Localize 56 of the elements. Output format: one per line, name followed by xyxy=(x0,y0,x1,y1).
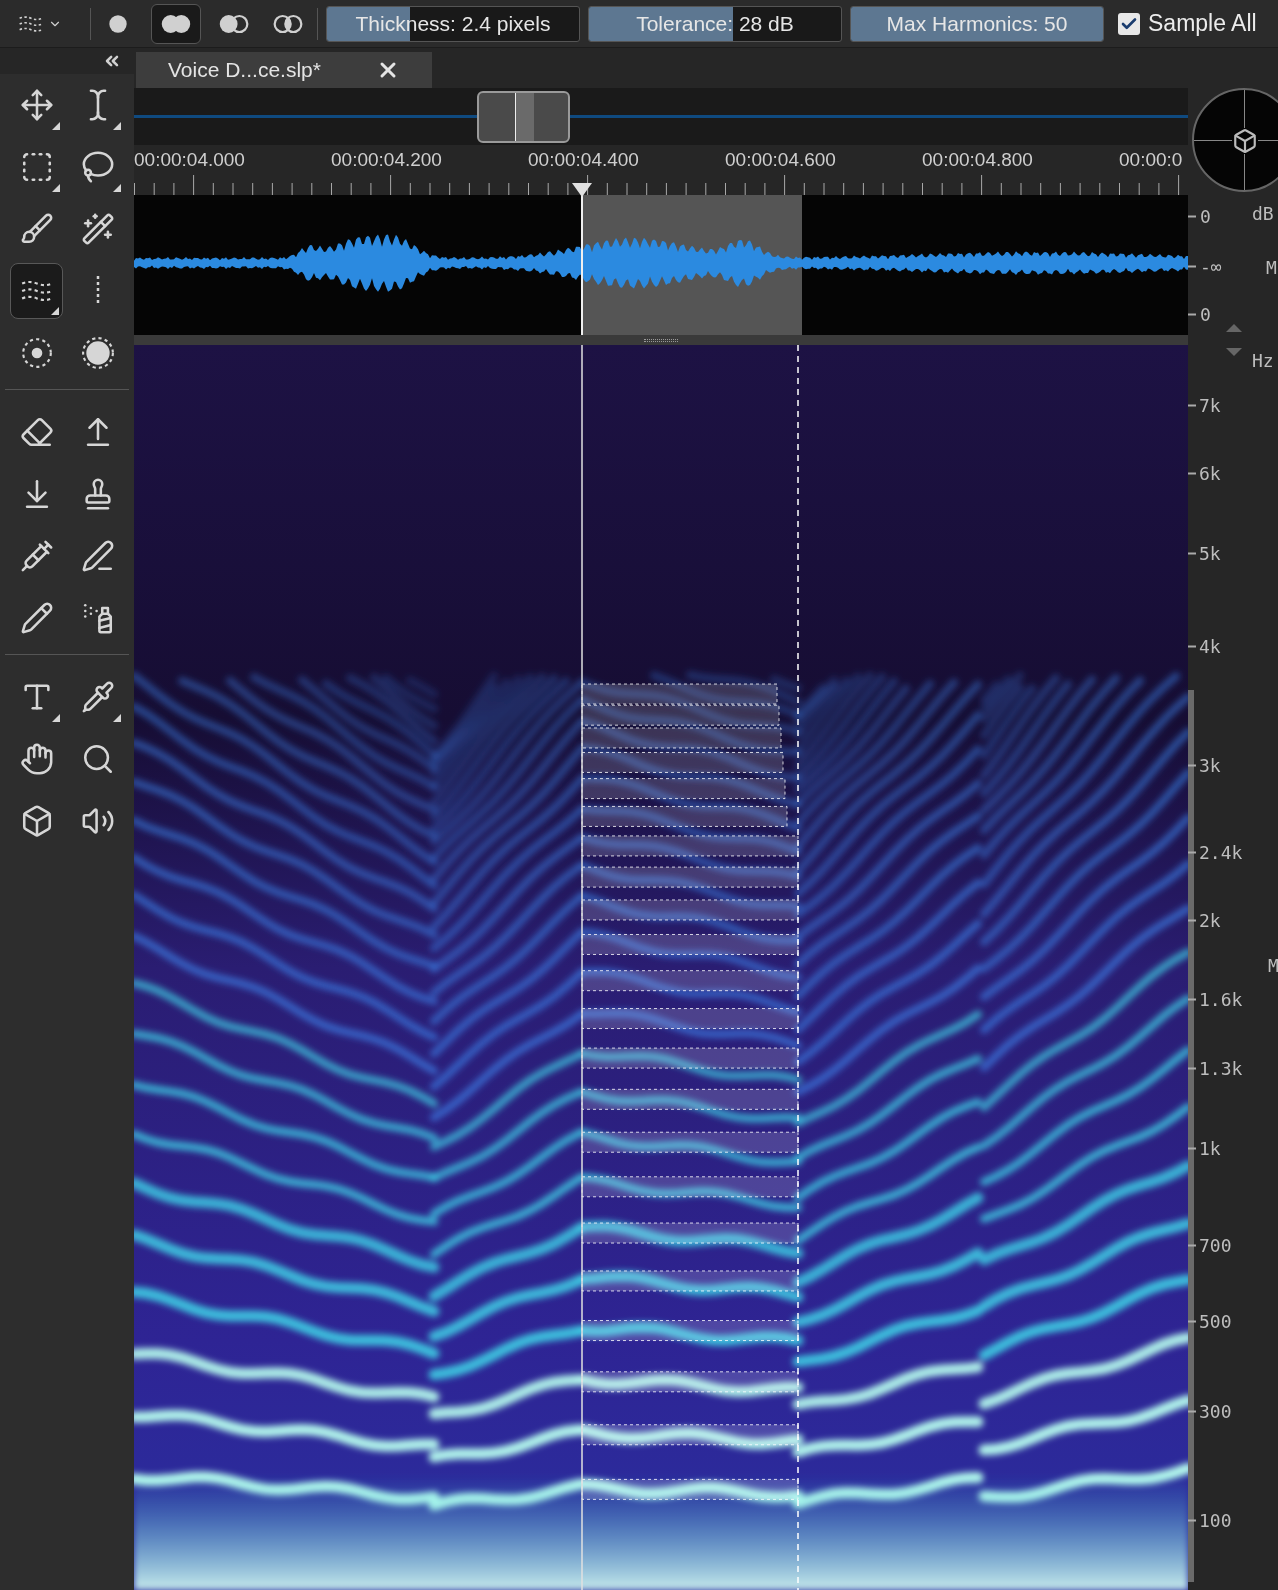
scrollbar-thumb[interactable] xyxy=(1188,690,1194,1582)
scale-label: 0 xyxy=(1200,302,1211,327)
brush-icon xyxy=(19,212,54,246)
frequency-label: 2.4k xyxy=(1199,840,1243,865)
dashed-circle-dot-icon xyxy=(19,336,54,370)
scale-down-icon[interactable] xyxy=(1226,348,1242,356)
unit-label: Hz xyxy=(1252,349,1274,373)
magic-wand-icon xyxy=(80,212,115,246)
hand-icon xyxy=(19,742,54,776)
frequency-label: 6k xyxy=(1199,461,1221,486)
scale-label: 0 xyxy=(1200,204,1211,229)
checkbox-label: Sample All xyxy=(1148,9,1257,39)
tool-button[interactable] xyxy=(10,263,63,319)
frequency-label: 2k xyxy=(1199,908,1221,933)
frequency-label: 300 xyxy=(1199,1399,1232,1424)
scale-up-icon[interactable] xyxy=(1226,324,1242,332)
frequency-label: 4k xyxy=(1199,634,1221,659)
lasso-icon xyxy=(80,150,115,184)
harmonic-selection[interactable] xyxy=(581,683,799,1500)
eyedropper-icon xyxy=(80,680,115,714)
time-label: 00:00:04.600 xyxy=(725,147,837,172)
time-label: 00:00:04.400 xyxy=(528,147,640,172)
pen-icon xyxy=(80,539,115,573)
selection-mode-button[interactable] xyxy=(151,3,201,44)
playhead-marker[interactable] xyxy=(572,183,592,197)
frequency-label: 500 xyxy=(1199,1309,1232,1334)
slider-field[interactable]: Max Harmonics: 50 xyxy=(850,5,1104,42)
unit-label: dB xyxy=(1252,202,1274,226)
checkbox[interactable] xyxy=(1118,12,1140,35)
frequency-label: 1k xyxy=(1199,1136,1221,1161)
eraser-icon xyxy=(19,415,54,449)
time-label: 00:00:0 xyxy=(1119,147,1184,172)
move-icon xyxy=(19,88,54,122)
dashed-waves-icon xyxy=(18,13,44,34)
circle-ring-icon xyxy=(218,12,250,35)
time-label: 00:00:04.000 xyxy=(134,147,246,172)
document-tab[interactable]: Voice D...ce.slp* xyxy=(136,52,432,88)
meter-label: M xyxy=(1268,954,1278,978)
frequency-label: 3k xyxy=(1199,753,1221,778)
time-label: 00:00:04.200 xyxy=(331,147,443,172)
frequency-label: 1.6k xyxy=(1199,987,1243,1012)
frequency-label: 700 xyxy=(1199,1233,1232,1258)
frequency-label: 7k xyxy=(1199,393,1221,418)
meter-label: M xyxy=(1266,256,1277,280)
frequency-label: 5k xyxy=(1199,541,1221,566)
dashed-disc-icon xyxy=(80,336,115,370)
frequency-label: 100 xyxy=(1199,1508,1232,1533)
merged-circles-icon xyxy=(160,12,192,35)
frequency-label: 1.3k xyxy=(1199,1056,1243,1081)
intersecting-rings-icon xyxy=(272,12,304,35)
pencil-icon xyxy=(19,601,54,635)
needle-icon xyxy=(19,539,54,573)
time-label: 00:00:04.800 xyxy=(922,147,1034,172)
scale-label: -∞ xyxy=(1200,254,1222,279)
overview-handle[interactable] xyxy=(477,91,570,143)
slider-field[interactable]: Tolerance: 28 dB xyxy=(588,5,842,42)
